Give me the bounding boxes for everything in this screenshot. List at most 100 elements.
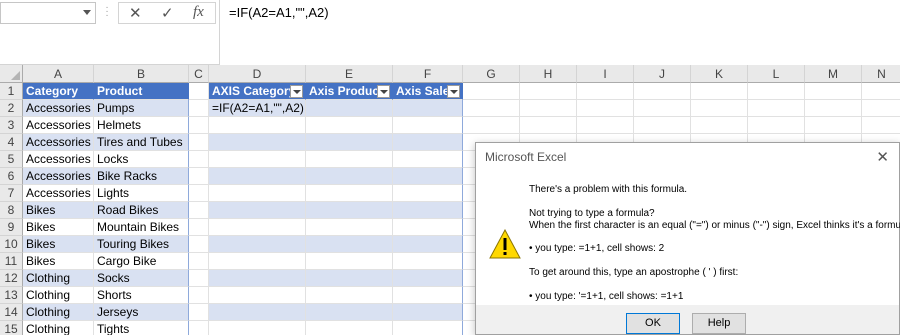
- cell-h3[interactable]: [520, 117, 577, 134]
- cell-f1[interactable]: Axis Sales: [393, 83, 463, 100]
- cell-j1[interactable]: [634, 83, 691, 100]
- cell-h2[interactable]: [520, 100, 577, 117]
- column-header-k[interactable]: K: [691, 65, 748, 83]
- cell-b9[interactable]: Mountain Bikes: [94, 219, 189, 236]
- cell-e5[interactable]: [306, 151, 393, 168]
- cell-c10[interactable]: [189, 236, 209, 253]
- cell-e1[interactable]: Axis Product: [306, 83, 393, 100]
- cell-e7[interactable]: [306, 185, 393, 202]
- column-header-b[interactable]: B: [94, 65, 189, 83]
- cell-d7[interactable]: [209, 185, 306, 202]
- cell-e8[interactable]: [306, 202, 393, 219]
- cell-b7[interactable]: Lights: [94, 185, 189, 202]
- cell-f10[interactable]: [393, 236, 463, 253]
- column-header-h[interactable]: H: [520, 65, 577, 83]
- cell-b1[interactable]: Product: [94, 83, 189, 100]
- row-header[interactable]: 5: [0, 151, 23, 168]
- cell-a8[interactable]: Bikes: [23, 202, 94, 219]
- cell-c11[interactable]: [189, 253, 209, 270]
- cell-c2[interactable]: [189, 100, 209, 117]
- cell-k2[interactable]: [691, 100, 748, 117]
- cell-b6[interactable]: Bike Racks: [94, 168, 189, 185]
- cell-b5[interactable]: Locks: [94, 151, 189, 168]
- cell-a1[interactable]: Category: [23, 83, 94, 100]
- cell-f7[interactable]: [393, 185, 463, 202]
- cell-c5[interactable]: [189, 151, 209, 168]
- cell-h1[interactable]: [520, 83, 577, 100]
- row-header[interactable]: 12: [0, 270, 23, 287]
- cell-c12[interactable]: [189, 270, 209, 287]
- cell-c4[interactable]: [189, 134, 209, 151]
- cell-f15[interactable]: [393, 321, 463, 335]
- cell-l3[interactable]: [748, 117, 805, 134]
- column-header-a[interactable]: A: [23, 65, 94, 83]
- row-header[interactable]: 7: [0, 185, 23, 202]
- cell-d12[interactable]: [209, 270, 306, 287]
- row-header[interactable]: 13: [0, 287, 23, 304]
- cell-b11[interactable]: Cargo Bike: [94, 253, 189, 270]
- cell-l1[interactable]: [748, 83, 805, 100]
- formula-input[interactable]: =IF(A2=A1,"",A2): [219, 0, 900, 65]
- cell-a10[interactable]: Bikes: [23, 236, 94, 253]
- cell-e12[interactable]: [306, 270, 393, 287]
- cell-b12[interactable]: Socks: [94, 270, 189, 287]
- cell-g3[interactable]: [463, 117, 520, 134]
- cell-d5[interactable]: [209, 151, 306, 168]
- cell-b10[interactable]: Touring Bikes: [94, 236, 189, 253]
- cell-g2[interactable]: [463, 100, 520, 117]
- cell-d11[interactable]: [209, 253, 306, 270]
- column-header-i[interactable]: I: [577, 65, 634, 83]
- filter-dropdown-icon[interactable]: [377, 85, 390, 98]
- row-header[interactable]: 6: [0, 168, 23, 185]
- row-header[interactable]: 9: [0, 219, 23, 236]
- insert-function-icon[interactable]: fx: [193, 4, 204, 21]
- cell-k1[interactable]: [691, 83, 748, 100]
- cell-a15[interactable]: Clothing: [23, 321, 94, 335]
- cell-d15[interactable]: [209, 321, 306, 335]
- cell-c1[interactable]: [189, 83, 209, 100]
- cell-e14[interactable]: [306, 304, 393, 321]
- cell-b2[interactable]: Pumps: [94, 100, 189, 117]
- cancel-icon[interactable]: ✕: [129, 4, 142, 22]
- cell-c9[interactable]: [189, 219, 209, 236]
- filter-dropdown-icon[interactable]: [447, 85, 460, 98]
- column-header-g[interactable]: G: [463, 65, 520, 83]
- cell-a13[interactable]: Clothing: [23, 287, 94, 304]
- drag-handle-icon[interactable]: · · ·: [104, 3, 110, 21]
- cell-l2[interactable]: [748, 100, 805, 117]
- cell-m1[interactable]: [805, 83, 862, 100]
- column-header-m[interactable]: M: [805, 65, 862, 83]
- cell-c8[interactable]: [189, 202, 209, 219]
- close-icon[interactable]: ✕: [876, 148, 889, 166]
- cell-d8[interactable]: [209, 202, 306, 219]
- help-button[interactable]: Help: [692, 313, 746, 334]
- ok-button[interactable]: OK: [626, 313, 680, 334]
- cell-a14[interactable]: Clothing: [23, 304, 94, 321]
- cell-c3[interactable]: [189, 117, 209, 134]
- cell-a4[interactable]: Accessories: [23, 134, 94, 151]
- row-header[interactable]: 10: [0, 236, 23, 253]
- cell-c7[interactable]: [189, 185, 209, 202]
- cell-m2[interactable]: [805, 100, 862, 117]
- cell-n1[interactable]: [862, 83, 900, 100]
- cell-f3[interactable]: [393, 117, 463, 134]
- cell-a6[interactable]: Accessories: [23, 168, 94, 185]
- row-header[interactable]: 2: [0, 100, 23, 117]
- cell-e3[interactable]: [306, 117, 393, 134]
- cell-d3[interactable]: [209, 117, 306, 134]
- cell-b4[interactable]: Tires and Tubes: [94, 134, 189, 151]
- cell-f14[interactable]: [393, 304, 463, 321]
- cell-b14[interactable]: Jerseys: [94, 304, 189, 321]
- column-header-c[interactable]: C: [189, 65, 209, 83]
- cell-a5[interactable]: Accessories: [23, 151, 94, 168]
- cell-f4[interactable]: [393, 134, 463, 151]
- cell-e9[interactable]: [306, 219, 393, 236]
- select-all-corner[interactable]: [0, 65, 23, 83]
- cell-d6[interactable]: [209, 168, 306, 185]
- cell-b8[interactable]: Road Bikes: [94, 202, 189, 219]
- cell-d4[interactable]: [209, 134, 306, 151]
- cell-d1[interactable]: AXIS Category: [209, 83, 306, 100]
- cell-a11[interactable]: Bikes: [23, 253, 94, 270]
- enter-icon[interactable]: ✓: [161, 4, 174, 22]
- cell-f5[interactable]: [393, 151, 463, 168]
